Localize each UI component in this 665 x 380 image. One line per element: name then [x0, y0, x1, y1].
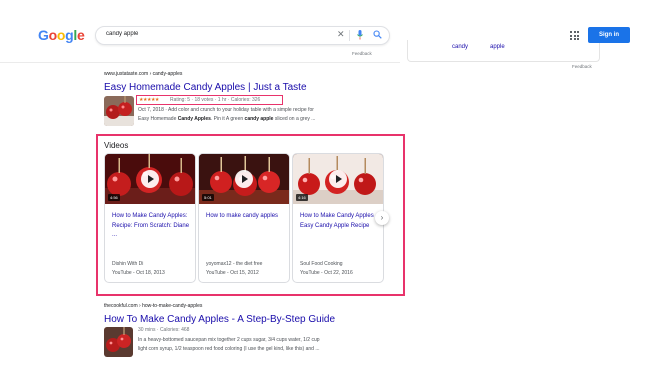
result-snippet: Easy Homemade Candy Apples. Pin it A gre… [138, 116, 315, 122]
logo-letter: e [76, 27, 85, 43]
logo-letter: o [48, 27, 58, 43]
knowledge-panel-feedback[interactable]: Feedback [572, 64, 592, 69]
video-title-link[interactable]: How to Make Candy Apples: Recipe: From S… [112, 212, 192, 241]
play-icon[interactable] [329, 170, 347, 188]
result-snippet: In a heavy-bottomed saucepan mix togethe… [138, 337, 320, 343]
video-thumbnail[interactable]: 4:56 [105, 154, 195, 204]
result-title-link[interactable]: How To Make Candy Apples - A Step-By-Ste… [104, 314, 335, 325]
search-box[interactable] [95, 26, 390, 45]
result-thumbnail[interactable] [104, 96, 134, 126]
video-thumbnail[interactable]: 4:16 [293, 154, 383, 204]
video-duration: 4:16 [296, 194, 308, 201]
video-meta: YouTube - Oct 18, 2013 [112, 270, 165, 276]
logo-letter: o [56, 27, 66, 43]
knowledge-panel-item-candy[interactable]: candy [452, 44, 468, 50]
google-logo[interactable]: Google [38, 27, 85, 43]
video-title-link[interactable]: How to make candy apples [206, 212, 286, 222]
header-divider [0, 62, 400, 63]
video-channel: Dishin With Di [112, 261, 144, 267]
video-card[interactable]: 4:16 How to Make Candy Apples - Easy Can… [292, 153, 384, 283]
snippet-bold: candy apple [244, 116, 274, 122]
video-duration: 4:56 [108, 194, 120, 201]
search-input[interactable] [106, 31, 306, 37]
play-icon[interactable] [141, 170, 159, 188]
video-channel: yoyomax12 - the diet free [206, 261, 263, 267]
feedback-link[interactable]: Feedback [352, 51, 372, 56]
video-channel: Soul Food Cooking [300, 261, 343, 267]
result-thumbnail[interactable] [104, 327, 133, 357]
search-icon[interactable] [373, 30, 382, 39]
video-thumbnail[interactable]: 5:01 [199, 154, 289, 204]
rating-details: Rating: 5 · 18 votes · 1 hr · Calories: … [170, 97, 261, 103]
result-url[interactable]: thecookful.com › how-to-make-candy-apple… [104, 303, 202, 309]
result-title-link[interactable]: Easy Homemade Candy Apples | Just a Tast… [104, 82, 307, 93]
snippet-text: sliced on a grey ... [273, 116, 316, 122]
video-meta: YouTube - Oct 22, 2016 [300, 270, 353, 276]
video-title-link[interactable]: How to Make Candy Apples - Easy Candy Ap… [300, 212, 380, 231]
video-meta: YouTube - Oct 15, 2012 [206, 270, 259, 276]
chevron-right-icon[interactable]: › [375, 211, 389, 225]
videos-heading: Videos [104, 141, 129, 150]
snippet-bold: Candy Apples [177, 116, 211, 122]
apps-grid-icon[interactable] [570, 31, 579, 40]
snippet-text: Easy Homemade [138, 116, 178, 122]
snippet-text: . Pin it A green [210, 116, 245, 122]
sign-in-button[interactable]: Sign in [588, 27, 630, 43]
video-card[interactable]: 4:56 How to Make Candy Apples: Recipe: F… [104, 153, 196, 283]
mic-icon[interactable] [357, 30, 363, 40]
search-divider [349, 30, 350, 41]
close-icon[interactable]: ✕ [337, 29, 345, 40]
video-duration: 5:01 [202, 194, 214, 201]
logo-letter: G [38, 27, 49, 43]
video-card[interactable]: 5:01 How to make candy apples yoyomax12 … [198, 153, 290, 283]
result-meta: 30 mins · Calories: 468 [138, 327, 190, 333]
knowledge-panel-item-apple[interactable]: apple [490, 44, 505, 50]
play-icon[interactable] [235, 170, 253, 188]
rating-stars: ★★★★★ [139, 97, 159, 103]
result-url[interactable]: www.justataste.com › candy-apples [104, 71, 182, 77]
result-snippet: light corn syrup, 1/2 teaspoon red food … [138, 346, 320, 352]
result-snippet: Oct 7, 2018 · Add color and crunch to yo… [138, 107, 314, 113]
